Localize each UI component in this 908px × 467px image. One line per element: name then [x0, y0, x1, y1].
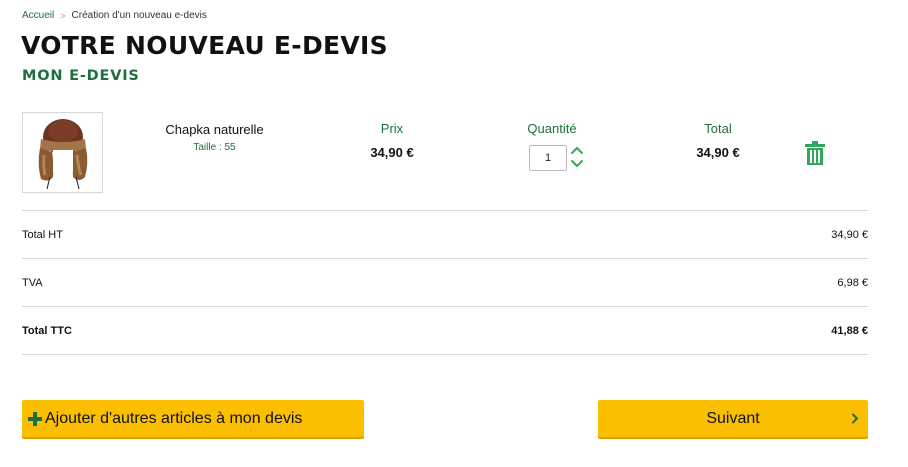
quantity-input[interactable] [529, 145, 567, 171]
summary-total-ht-row: Total HT 34,90 € [22, 226, 868, 246]
summary-tva-row: TVA 6,98 € [22, 274, 868, 294]
unit-price: 34,90 € [370, 145, 414, 160]
line-total: 34,90 € [696, 145, 740, 160]
section-title: MON E-DEVIS [22, 68, 140, 84]
next-button-label: Suivant [706, 409, 760, 427]
chevron-up-icon[interactable] [570, 145, 584, 156]
quantity-header: Quantité [527, 121, 577, 136]
divider [22, 210, 868, 211]
breadcrumb-current: Création d'un nouveau e-devis [71, 10, 207, 21]
divider [22, 354, 868, 355]
tva-label: TVA [22, 277, 43, 289]
plus-icon [28, 411, 42, 426]
breadcrumb-home-link[interactable]: Accueil [22, 10, 54, 21]
chevron-down-icon[interactable] [570, 158, 584, 169]
quote-line-item: Chapka naturelle Taille : 55 Prix 34,90 … [22, 112, 868, 202]
total-ttc-value: 41,88 € [831, 325, 868, 337]
add-more-items-label: Ajouter d'autres articles à mon devis [45, 409, 303, 427]
total-ttc-label: Total TTC [22, 325, 72, 337]
breadcrumb-separator: > [60, 10, 66, 21]
total-ht-value: 34,90 € [831, 229, 868, 241]
price-header: Prix [380, 121, 404, 136]
divider [22, 258, 868, 259]
product-name[interactable]: Chapka naturelle [132, 122, 297, 137]
total-header: Total [704, 121, 732, 136]
summary-total-ttc-row: Total TTC 41,88 € [22, 322, 868, 342]
next-button[interactable]: Suivant [598, 400, 868, 437]
hat-product-icon [38, 118, 87, 189]
product-image[interactable] [22, 112, 103, 193]
product-size: Taille : 55 [193, 142, 236, 153]
tva-value: 6,98 € [837, 277, 868, 289]
trash-icon[interactable] [804, 141, 826, 165]
chevron-right-icon [852, 413, 859, 424]
breadcrumb: Accueil > Création d'un nouveau e-devis [22, 10, 207, 21]
divider [22, 306, 868, 307]
page-title: VOTRE NOUVEAU E-DEVIS [21, 31, 388, 60]
total-ht-label: Total HT [22, 229, 63, 241]
add-more-items-button[interactable]: Ajouter d'autres articles à mon devis [22, 400, 364, 437]
